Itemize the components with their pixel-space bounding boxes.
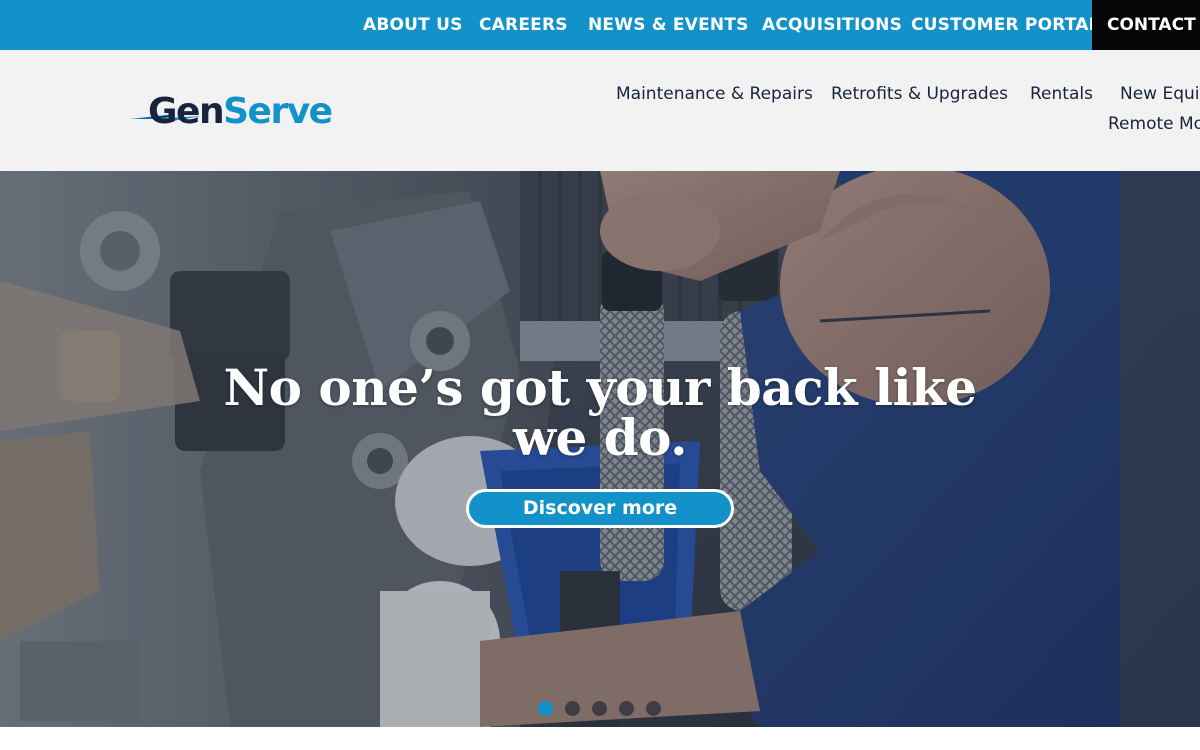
hero-slider: No one’s got your back like we do. Disco… <box>0 171 1200 727</box>
main-nav-bar: GenServe Maintenance & Repairs Retrofits… <box>0 50 1200 171</box>
nav-remote-monitoring[interactable]: Remote Mo <box>1108 114 1200 134</box>
nav-rentals[interactable]: Rentals <box>1030 84 1093 104</box>
nav-new-equipment[interactable]: New Equip <box>1120 84 1200 104</box>
discover-more-button[interactable]: Discover more <box>466 489 734 528</box>
top-nav-careers[interactable]: CAREERS <box>479 0 568 50</box>
slider-dot-3[interactable] <box>592 701 607 716</box>
genserve-logo[interactable]: GenServe <box>130 90 360 134</box>
slider-dot-5[interactable] <box>646 701 661 716</box>
page-content-start <box>0 727 1200 750</box>
logo-text-serve: Serve <box>223 91 333 132</box>
slider-dot-4[interactable] <box>619 701 634 716</box>
top-nav-acquisitions[interactable]: ACQUISITIONS <box>762 0 902 50</box>
logo-text-gen: Gen <box>148 91 225 132</box>
slider-dot-2[interactable] <box>565 701 580 716</box>
nav-maintenance-repairs[interactable]: Maintenance & Repairs <box>616 84 813 104</box>
top-utility-bar: ABOUT US CAREERS NEWS & EVENTS ACQUISITI… <box>0 0 1200 50</box>
top-nav-about-us[interactable]: ABOUT US <box>363 0 463 50</box>
slider-dot-1[interactable] <box>538 701 553 716</box>
logo-wordmark: GenServe <box>148 90 333 134</box>
top-nav-customer-portal[interactable]: CUSTOMER PORTAL <box>911 0 1100 50</box>
nav-retrofits-upgrades[interactable]: Retrofits & Upgrades <box>831 84 1008 104</box>
hero-headline: No one’s got your back like we do. <box>223 358 977 467</box>
top-nav-news-events[interactable]: NEWS & EVENTS <box>588 0 749 50</box>
contact-button[interactable]: CONTACT <box>1092 0 1200 50</box>
